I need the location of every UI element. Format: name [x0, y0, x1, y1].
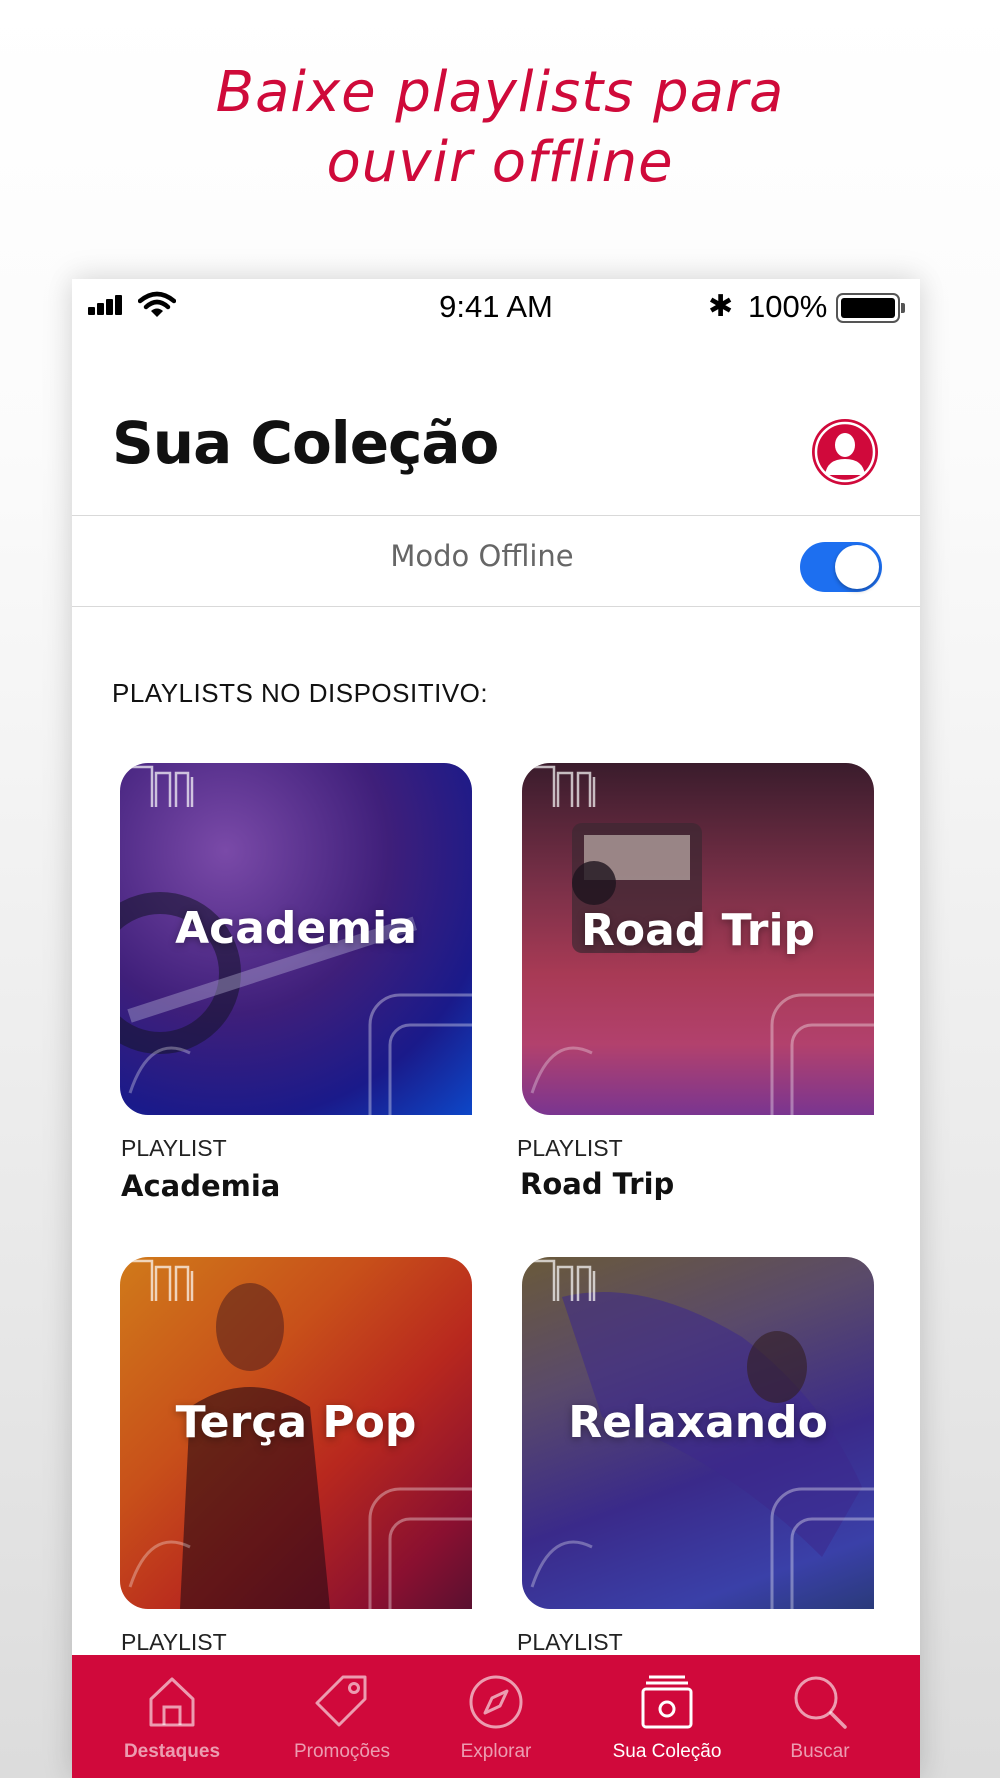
playlist-card-terca-pop[interactable]: Terça Pop — [120, 1257, 472, 1609]
phone-screen: 9:41 AM ✱ 100% Sua Coleção Modo Offline … — [72, 279, 920, 1778]
cover-title: Terça Pop — [175, 1397, 417, 1448]
bluetooth-icon: ✱ — [708, 289, 734, 324]
promo-line-2: ouvir offline — [326, 130, 674, 195]
promo-headline: Baixe playlists para ouvir offline — [0, 58, 1000, 198]
collection-icon — [641, 1675, 693, 1729]
compass-icon — [469, 1675, 523, 1729]
tab-label: Explorar — [460, 1741, 532, 1762]
status-bar: 9:41 AM ✱ 100% — [72, 279, 920, 339]
playlist-name[interactable]: Road Trip — [520, 1167, 674, 1201]
divider — [72, 606, 920, 607]
tab-buscar[interactable]: Buscar — [720, 1655, 920, 1778]
tab-bar: Destaques Promoções Explorar Sua Coleção — [72, 1655, 920, 1778]
battery-percent: 100% — [748, 289, 828, 324]
toggle-knob — [835, 545, 879, 589]
divider — [72, 515, 920, 516]
section-title: PLAYLISTS NO DISPOSITIVO: — [112, 678, 489, 708]
playlist-card-road-trip[interactable]: Road Trip — [522, 763, 874, 1115]
playlist-type: PLAYLIST — [121, 1135, 227, 1161]
home-icon — [149, 1677, 195, 1727]
playlist-type: PLAYLIST — [517, 1135, 623, 1161]
tab-label: Buscar — [790, 1741, 850, 1762]
playlist-type: PLAYLIST — [517, 1629, 623, 1655]
playlist-type: PLAYLIST — [121, 1629, 227, 1655]
playlist-card-relaxando[interactable]: Relaxando — [522, 1257, 874, 1609]
offline-mode-toggle[interactable] — [800, 542, 882, 592]
search-icon — [794, 1676, 847, 1729]
tab-explorar[interactable]: Explorar — [396, 1655, 596, 1778]
user-icon — [814, 421, 876, 483]
cover-title: Road Trip — [580, 905, 816, 956]
promo-line-1: Baixe playlists para — [215, 60, 785, 125]
playlist-name[interactable]: Academia — [121, 1169, 280, 1203]
profile-avatar-button[interactable] — [812, 419, 878, 485]
playlist-card-academia[interactable]: Academia — [120, 763, 472, 1115]
offline-mode-label: Modo Offline — [390, 539, 574, 573]
cover-title: Relaxando — [568, 1397, 828, 1448]
page-title: Sua Coleção — [112, 409, 499, 477]
cover-title: Academia — [175, 903, 417, 954]
tag-icon — [315, 1675, 367, 1727]
battery-icon — [836, 293, 905, 323]
